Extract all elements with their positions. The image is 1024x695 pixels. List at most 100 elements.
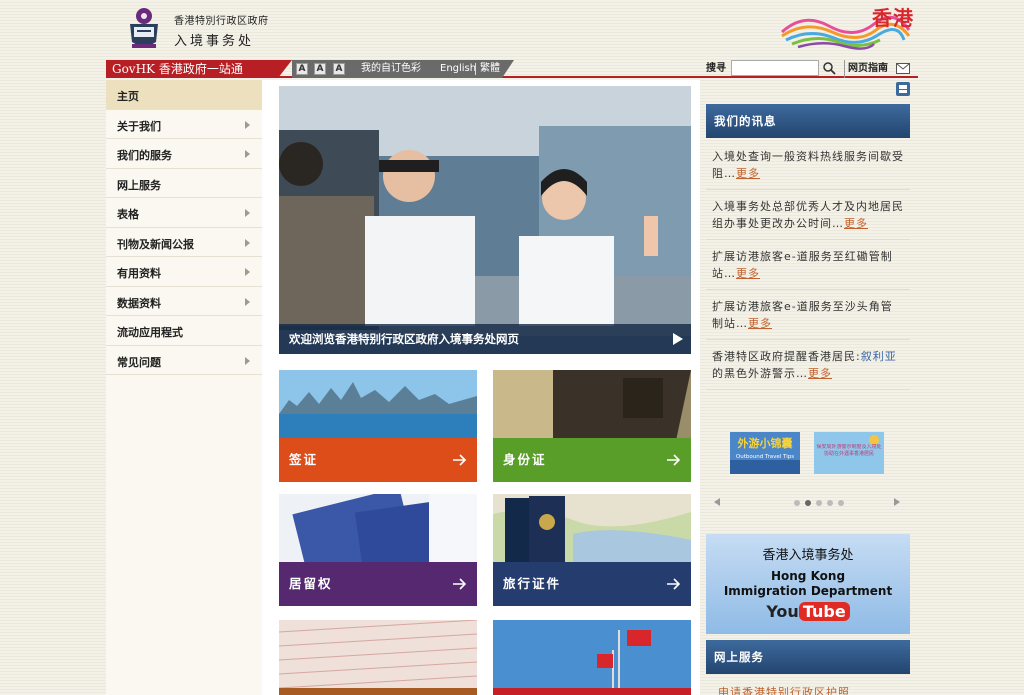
carousel-next-icon[interactable] bbox=[894, 498, 900, 506]
arrow-right-icon bbox=[667, 578, 681, 590]
toolbar-divider bbox=[475, 63, 476, 75]
chevron-right-icon bbox=[245, 356, 250, 365]
news-text: 入境事务处总部优秀人才及内地居民组办事处更改办公时间… bbox=[712, 200, 904, 230]
chevron-right-icon bbox=[245, 120, 250, 129]
arrow-right-icon bbox=[453, 454, 467, 466]
online-service-link[interactable]: 申请香港特别行政区护照 bbox=[718, 684, 850, 695]
carousel-dot[interactable] bbox=[827, 500, 833, 506]
online-services-panel-title: 网上服务 bbox=[706, 640, 910, 674]
sidebar-item-label: 常见问题 bbox=[117, 355, 161, 369]
custom-colour-link[interactable]: 我的自订色彩 bbox=[361, 60, 421, 78]
tile-travel-documents[interactable]: 旅行证件 bbox=[493, 494, 691, 606]
youtube-channel-banner[interactable]: 香港入境事务处 Hong Kong Immigration Department… bbox=[706, 534, 910, 634]
sidebar-item-forms[interactable]: 表格 bbox=[106, 198, 262, 228]
sidebar-item-home[interactable]: 主页 bbox=[106, 80, 262, 110]
smart-id-photo bbox=[493, 370, 691, 438]
visa-harbour-photo bbox=[279, 370, 477, 438]
sidebar-item-label: 关于我们 bbox=[117, 119, 161, 133]
tile-identity-card-bar: 身份证 bbox=[493, 438, 691, 482]
search-icon[interactable] bbox=[822, 61, 836, 75]
news-item: 扩展访港旅客e-道服务至沙头角管制站…更多 bbox=[706, 290, 910, 340]
hero-banner[interactable]: 欢迎浏览香港特别行政区政府入境事务处网页 bbox=[279, 86, 691, 354]
carousel-dot[interactable] bbox=[805, 500, 811, 506]
print-icon[interactable] bbox=[896, 82, 910, 96]
sidebar-item-online-services[interactable]: 网上服务 bbox=[106, 169, 262, 198]
news-more-link[interactable]: 更多 bbox=[736, 267, 760, 280]
tile-label: 旅行证件 bbox=[503, 576, 562, 591]
promo-body-text: 保安局外游警示制度及入境处协助在外遇事香港居民 bbox=[816, 444, 882, 457]
tile-right-of-abode-bar: 居留权 bbox=[279, 562, 477, 606]
immigration-emblem-icon[interactable] bbox=[124, 4, 164, 52]
news-item: 入境事务处总部优秀人才及内地居民组办事处更改办公时间…更多 bbox=[706, 190, 910, 240]
promo-outbound-travel-tips[interactable]: 外游小锦囊 Outbound Travel Tips bbox=[730, 432, 800, 474]
english-link[interactable]: English bbox=[440, 60, 476, 78]
news-more-link[interactable]: 更多 bbox=[844, 217, 868, 230]
youtube-banner-line3: Immigration Department bbox=[723, 584, 893, 598]
youtube-logo-tube: Tube bbox=[798, 602, 850, 621]
tile-identity-card[interactable]: 身份证 bbox=[493, 370, 691, 482]
tile-right-of-abode[interactable]: 居留权 bbox=[279, 494, 477, 606]
sidebar-item-useful-info[interactable]: 有用资料 bbox=[106, 257, 262, 287]
sidebar-item-label: 刊物及新闻公报 bbox=[117, 237, 194, 251]
govhk-tab-tail bbox=[278, 60, 292, 78]
promo-subtitle-text: Outbound Travel Tips bbox=[736, 454, 794, 460]
sidebar-item-publications[interactable]: 刊物及新闻公报 bbox=[106, 228, 262, 257]
govhk-link[interactable]: GovHK 香港政府一站通 bbox=[106, 60, 278, 78]
brand-hong-kong-logo[interactable]: 香港 bbox=[774, 2, 914, 52]
sidebar-item-label: 我们的服务 bbox=[117, 149, 172, 162]
carousel-prev-icon[interactable] bbox=[714, 498, 720, 506]
font-size-medium-button[interactable]: A bbox=[314, 63, 326, 75]
news-more-link[interactable]: 更多 bbox=[808, 367, 832, 380]
youtube-banner-line2: Hong Kong bbox=[770, 569, 846, 583]
youtube-logo-you: You bbox=[766, 602, 799, 621]
chevron-right-icon bbox=[245, 150, 250, 158]
news-more-link[interactable]: 更多 bbox=[748, 317, 772, 330]
main-content: 欢迎浏览香港特别行政区政府入境事务处网页 签证 身份证 居留权 旅行证件 bbox=[262, 80, 700, 695]
travel-alert-banner-image: 保安局外游警示制度及入境处协助在外遇事香港居民 bbox=[814, 432, 884, 474]
hero-caption: 欢迎浏览香港特别行政区政府入境事务处网页 bbox=[279, 324, 691, 354]
news-more-link[interactable]: 更多 bbox=[736, 167, 760, 180]
email-icon[interactable] bbox=[896, 63, 910, 74]
site-guide-link[interactable]: 网页指南 bbox=[844, 60, 888, 78]
right-column: 我们的讯息 入境处查询一般资料热线服务间歇受阻…更多 入境事务处总部优秀人才及内… bbox=[706, 80, 910, 695]
chevron-right-icon bbox=[245, 297, 250, 306]
youtube-banner-line1: 香港入境事务处 bbox=[762, 548, 854, 563]
font-size-large-button[interactable]: A bbox=[333, 63, 345, 75]
left-navigation: 主页 关于我们 我们的服务 网上服务 表格 刊物及新闻公报 有用资料 数据资料 … bbox=[106, 80, 262, 695]
sidebar-item-mobile-apps[interactable]: 流动应用程式 bbox=[106, 316, 262, 346]
carousel-dot[interactable] bbox=[794, 500, 800, 506]
tile-national-flag[interactable] bbox=[493, 620, 691, 695]
flags-photo bbox=[493, 620, 691, 695]
outbound-travel-banner-image: 外游小锦囊 Outbound Travel Tips bbox=[730, 432, 800, 474]
tile-label: 身份证 bbox=[503, 452, 547, 467]
department-line1: 香港特別行政区政府 bbox=[174, 16, 269, 27]
promo-travel-alert[interactable]: 保安局外游警示制度及入境处协助在外遇事香港居民 bbox=[814, 432, 884, 474]
sidebar-item-about-us[interactable]: 关于我们 bbox=[106, 110, 262, 139]
tile-visa-bar: 签证 bbox=[279, 438, 477, 482]
news-item: 扩展访港旅客e-道服务至红磡管制站…更多 bbox=[706, 240, 910, 290]
tile-births-deaths[interactable] bbox=[279, 620, 477, 695]
search-input[interactable] bbox=[731, 60, 819, 76]
carousel-dot[interactable] bbox=[816, 500, 822, 506]
tile-visa[interactable]: 签证 bbox=[279, 370, 477, 482]
promo-carousel: 外游小锦囊 Outbound Travel Tips 保安局外游警示制度及入境处… bbox=[706, 414, 910, 518]
arrow-right-icon bbox=[453, 578, 467, 590]
sidebar-item-statistics[interactable]: 数据资料 bbox=[106, 287, 262, 316]
news-item: 香港特区政府提醒香港居民:叙利亚的黑色外游警示…更多 bbox=[706, 340, 910, 390]
carousel-dot[interactable] bbox=[838, 500, 844, 506]
sidebar-item-label: 数据资料 bbox=[117, 296, 161, 310]
arrow-right-icon bbox=[667, 454, 681, 466]
sidebar-item-our-services[interactable]: 我们的服务 bbox=[106, 139, 262, 169]
traditional-chinese-link[interactable]: 繁體 bbox=[480, 60, 500, 78]
promo-title-text: 外游小锦囊 bbox=[737, 436, 794, 450]
news-panel-title: 我们的讯息 bbox=[706, 104, 910, 138]
play-icon[interactable] bbox=[673, 333, 683, 345]
tile-label: 签证 bbox=[289, 452, 319, 467]
page: 香港特別行政区政府 入境事务处 香港 GovHK 香港政府一站通 A A A 我… bbox=[106, 0, 918, 695]
department-name[interactable]: 香港特別行政区政府 入境事务处 bbox=[174, 12, 269, 49]
news-highlight-link[interactable]: 叙利亚 bbox=[861, 350, 897, 363]
font-size-small-button[interactable]: A bbox=[296, 63, 308, 75]
sidebar-item-faq[interactable]: 常见问题 bbox=[106, 346, 262, 375]
search-label: 搜寻 bbox=[706, 63, 726, 74]
right-of-abode-document-photo bbox=[279, 494, 477, 583]
